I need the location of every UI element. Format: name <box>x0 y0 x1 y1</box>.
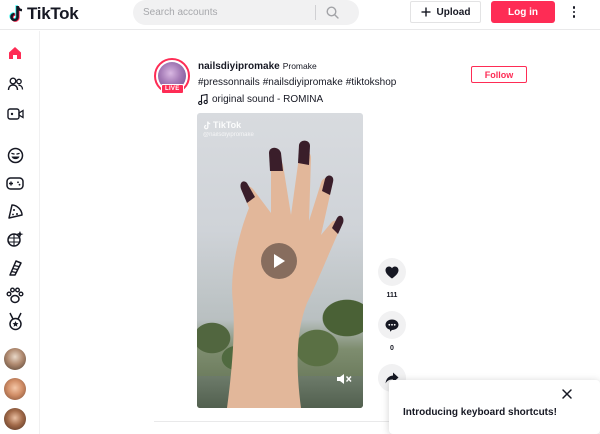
live-badge: LIVE <box>161 84 184 94</box>
comment-icon <box>385 319 399 332</box>
search-icon <box>325 6 339 19</box>
following-icon[interactable] <box>4 73 26 95</box>
video-watermark-text: TikTok <box>213 120 242 130</box>
play-button[interactable] <box>261 243 297 279</box>
follow-button[interactable]: Follow <box>471 66 527 83</box>
video-watermark: TikTok <box>203 120 241 130</box>
hashtag-link[interactable]: #pressonnails <box>198 77 260 88</box>
close-icon[interactable] <box>561 388 573 400</box>
search-button[interactable] <box>316 0 348 25</box>
home-icon[interactable] <box>4 42 26 64</box>
post-caption: #pressonnails #nailsdiyipromake #tiktoksho… <box>198 77 399 88</box>
play-icon <box>274 254 285 268</box>
tiktok-note-icon <box>8 5 24 23</box>
comment-action: 0 <box>377 311 407 352</box>
sound-link[interactable]: original sound - ROMINA <box>198 94 323 105</box>
author-username: nailsdiyipromake <box>198 61 280 72</box>
hashtag-link[interactable]: #tiktokshop <box>346 77 397 88</box>
animals-icon[interactable] <box>4 284 26 306</box>
sports-icon[interactable] <box>4 310 26 332</box>
volume-muted-icon <box>337 374 352 384</box>
author-nickname: Promake <box>282 61 317 71</box>
video-watermark-handle: @nailsdiyipromake <box>203 132 254 138</box>
toast-message: Introducing keyboard shortcuts! <box>403 407 557 418</box>
like-count: 111 <box>386 292 398 299</box>
mute-button[interactable] <box>335 372 353 386</box>
music-note-icon <box>198 94 208 105</box>
beauty-icon[interactable] <box>4 256 26 278</box>
comment-count: 0 <box>390 345 394 352</box>
upload-label: Upload <box>436 6 471 18</box>
more-options-icon[interactable] <box>566 4 582 20</box>
gaming-icon[interactable] <box>4 172 26 194</box>
like-action: 111 <box>377 258 407 299</box>
video-player[interactable]: TikTok @nailsdiyipromake <box>197 113 363 408</box>
search-input[interactable] <box>133 7 315 18</box>
live-icon[interactable] <box>4 103 26 125</box>
suggested-account-avatar[interactable] <box>4 408 26 430</box>
comedy-icon[interactable] <box>4 144 26 166</box>
sound-name: original sound - ROMINA <box>212 94 324 105</box>
upload-button[interactable]: Upload <box>410 1 481 23</box>
tiktok-note-icon <box>203 120 211 129</box>
tiktok-logo[interactable]: TikTok <box>8 4 79 24</box>
food-icon[interactable] <box>4 200 26 222</box>
search-bar <box>133 0 359 25</box>
hashtag-link[interactable]: #nailsdiyipromake <box>263 77 343 88</box>
tiktok-page: TikTok Upload Log in <box>0 0 600 434</box>
post-author[interactable]: nailsdiyipromake Promake <box>198 61 317 72</box>
comment-button[interactable] <box>378 311 406 339</box>
like-button[interactable] <box>378 258 406 286</box>
sidebar <box>0 31 40 434</box>
top-header: TikTok Upload Log in <box>0 0 600 30</box>
heart-icon <box>385 266 399 278</box>
logo-text: TikTok <box>27 4 79 23</box>
login-button[interactable]: Log in <box>491 1 555 23</box>
plus-icon <box>421 7 431 17</box>
suggested-account-avatar[interactable] <box>4 378 26 400</box>
dance-icon[interactable] <box>4 228 26 250</box>
suggested-account-avatar[interactable] <box>4 348 26 370</box>
keyboard-shortcuts-toast: Introducing keyboard shortcuts! <box>389 380 600 434</box>
